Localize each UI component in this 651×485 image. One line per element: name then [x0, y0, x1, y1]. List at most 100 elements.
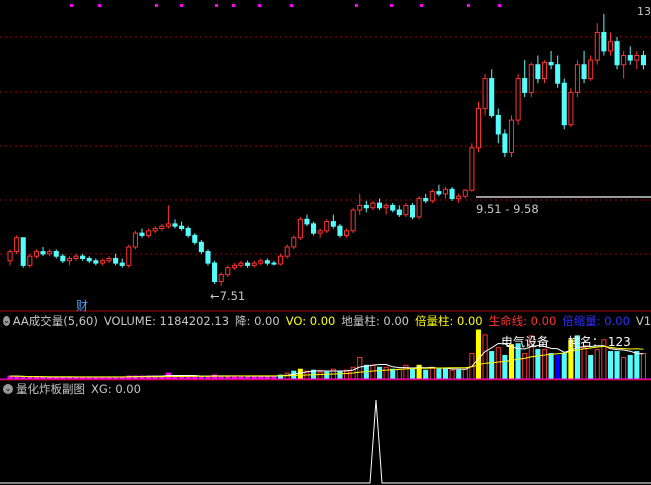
indicator-name[interactable]: 量化炸板副图 [16, 381, 85, 397]
candle-body [245, 262, 251, 266]
candle-body [33, 251, 39, 257]
signal-dot [290, 4, 293, 7]
volume-bar [449, 369, 455, 380]
candle-body [581, 64, 587, 80]
volume-bar [456, 369, 462, 380]
volume-panel-header: ⌄ AA成交量(5,60) VOLUME: 1184202.13 降: 0.00… [0, 313, 651, 329]
candle-body [462, 189, 468, 197]
arrow-left-icon: ← [210, 289, 220, 303]
candle-body [40, 251, 46, 255]
price-range-annotation: 9.51 - 9.58 [476, 202, 539, 216]
candle-body [528, 64, 534, 93]
candle-body [93, 260, 99, 264]
candle-body [607, 41, 614, 52]
signal-dot [98, 4, 101, 7]
candle-body [99, 260, 105, 264]
candle-body [489, 78, 495, 116]
chevron-down-icon[interactable]: ⌄ [3, 384, 13, 394]
volume-bar [436, 368, 442, 380]
candle-body [390, 204, 396, 211]
volume-bar [475, 329, 482, 380]
candle-body [47, 251, 53, 255]
candle-body [436, 191, 442, 195]
volume-bar [462, 368, 468, 380]
volume-bar [561, 353, 567, 380]
xg-spike-line [0, 399, 651, 484]
vo-value: VO: 0.00 [285, 314, 336, 328]
volume-bar [429, 366, 435, 380]
candle-body [469, 147, 475, 191]
candle-body [139, 232, 145, 236]
candle-body [27, 255, 33, 266]
candle-body [271, 262, 277, 265]
volume-bar [594, 349, 600, 380]
candle-body [482, 78, 488, 110]
candle-body [614, 41, 620, 66]
candle-body [449, 188, 455, 200]
candle-body [113, 257, 119, 264]
candle-body [634, 55, 640, 61]
candle-body [423, 198, 429, 202]
volume-bar [442, 367, 449, 380]
candle-body [291, 237, 297, 248]
candle-body [238, 262, 244, 266]
candle-body [179, 225, 185, 229]
candle-body [409, 204, 416, 218]
volume-bar [489, 351, 495, 380]
candle-body [159, 225, 165, 229]
candle-body [60, 255, 66, 262]
candle-body [231, 264, 237, 269]
candle-body [132, 232, 138, 248]
finance-badge[interactable]: 财 [76, 297, 88, 314]
candle-body [251, 262, 257, 266]
volume-bar [482, 334, 488, 380]
candle-body [146, 230, 152, 236]
signal-dot [155, 4, 158, 7]
diliangzhu-value: 地量柱: 0.00 [341, 314, 409, 328]
candle-body [258, 260, 264, 264]
candle-body [574, 64, 581, 93]
candle-body [475, 108, 482, 149]
candle-body [264, 260, 270, 264]
indicator-name[interactable]: AA成交量(5,60) [13, 313, 98, 329]
candle-body [80, 255, 86, 259]
candle-body [14, 237, 20, 253]
candle-body [561, 82, 567, 126]
candle-body [515, 78, 521, 121]
candle-body [403, 204, 409, 216]
volume-bar [640, 353, 646, 380]
chart-canvas[interactable] [0, 0, 651, 485]
volume-bar [541, 349, 548, 380]
price-axis-top-label: 13 [637, 5, 651, 18]
candle-body [205, 251, 211, 264]
candle-body [7, 251, 13, 262]
candle-body [376, 202, 383, 209]
xg-panel-header: ⌄ 量化炸板副图 XG: 0.00 [0, 381, 651, 397]
candle-body [456, 195, 462, 200]
candle-body [53, 251, 59, 257]
volume-bar [627, 354, 633, 380]
volume-bar [343, 369, 350, 380]
candle-body [20, 237, 26, 266]
volume-bar [297, 368, 303, 380]
candle-body [508, 119, 515, 153]
sector-label: 电气设备 [501, 335, 550, 349]
volume-bar [383, 366, 389, 380]
signal-dot [232, 4, 235, 7]
candle-body [568, 91, 574, 126]
candle-body [73, 255, 79, 259]
top-dots [70, 4, 501, 7]
candle-body [495, 114, 501, 135]
volume-bar [535, 349, 541, 380]
candle-body [317, 230, 323, 234]
chevron-down-icon[interactable]: ⌄ [3, 316, 10, 326]
candle-body [350, 209, 356, 232]
candle-body [502, 133, 508, 153]
signal-dot [467, 4, 470, 7]
candle-body [185, 228, 191, 236]
volume-bar [337, 370, 343, 380]
candle-body [429, 191, 435, 202]
jiang-value: 降: 0.00 [235, 314, 280, 328]
volume-bar [396, 368, 402, 380]
candle-body [343, 230, 350, 236]
